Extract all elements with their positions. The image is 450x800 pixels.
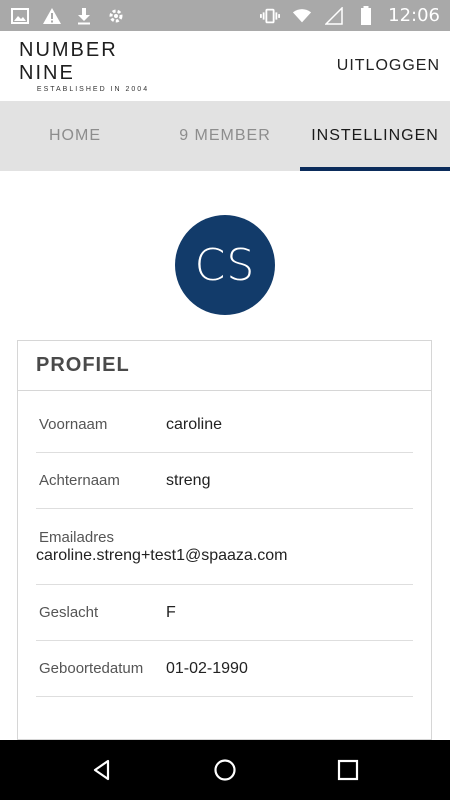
field-row-first-name: Voornaam caroline [36, 397, 413, 453]
profile-fields: Voornaam caroline Achternaam streng Emai… [18, 391, 431, 697]
settings-puzzle-icon [106, 6, 126, 26]
logout-button[interactable]: UITLOGGEN [337, 57, 440, 75]
profile-title: PROFIEL [36, 354, 130, 376]
field-label: Achternaam [39, 472, 120, 489]
tab-home[interactable]: HOME [0, 101, 150, 171]
logo-main-text: NUMBER NINE [19, 39, 118, 84]
field-row-gender: Geslacht F [36, 585, 413, 641]
home-icon[interactable] [205, 750, 245, 790]
status-bar-right: 12:06 [260, 5, 440, 26]
field-label: Geboortedatum [39, 660, 144, 677]
field-value: caroline [166, 415, 223, 433]
status-bar: 12:06 [0, 0, 450, 31]
status-time: 12:06 [388, 5, 440, 26]
status-bar-left [10, 6, 126, 26]
wifi-icon [292, 6, 312, 26]
system-nav-bar [0, 740, 450, 800]
field-row-last-name: Achternaam streng [36, 453, 413, 509]
profile-card-header: PROFIEL [18, 341, 431, 391]
field-value: streng [166, 471, 211, 489]
field-value: caroline.streng+test1@spaaza.com [36, 546, 288, 564]
battery-icon [356, 5, 376, 26]
app-header: NUMBER NINE ESTABLISHED IN 2004 UITLOGGE… [0, 31, 450, 101]
recents-icon[interactable] [328, 750, 368, 790]
vibrate-icon [260, 6, 281, 26]
field-value: 01-02-1990 [166, 659, 248, 677]
field-value: F [166, 603, 176, 621]
tab-bar: HOME 9 MEMBER INSTELLINGEN [0, 101, 450, 171]
field-label: Emailadres [39, 528, 115, 546]
logo-tagline: ESTABLISHED IN 2004 [36, 86, 150, 93]
field-row-birthdate: Geboortedatum 01-02-1990 [36, 641, 413, 697]
signal-icon [324, 6, 344, 26]
warning-icon [42, 6, 62, 26]
tab-instellingen[interactable]: INSTELLINGEN [300, 101, 450, 171]
brand-logo: NUMBER NINE ESTABLISHED IN 2004 [19, 39, 167, 93]
avatar: CS [175, 215, 275, 315]
profile-card: PROFIEL Voornaam caroline Achternaam str… [17, 340, 432, 740]
field-row-email: Emailadres caroline.streng+test1@spaaza.… [36, 509, 413, 585]
field-label: Voornaam [39, 416, 108, 433]
field-label: Geslacht [39, 604, 99, 621]
tab-9-member[interactable]: 9 MEMBER [150, 101, 300, 171]
download-icon [74, 6, 94, 26]
back-icon[interactable] [82, 750, 122, 790]
image-icon [10, 6, 30, 26]
